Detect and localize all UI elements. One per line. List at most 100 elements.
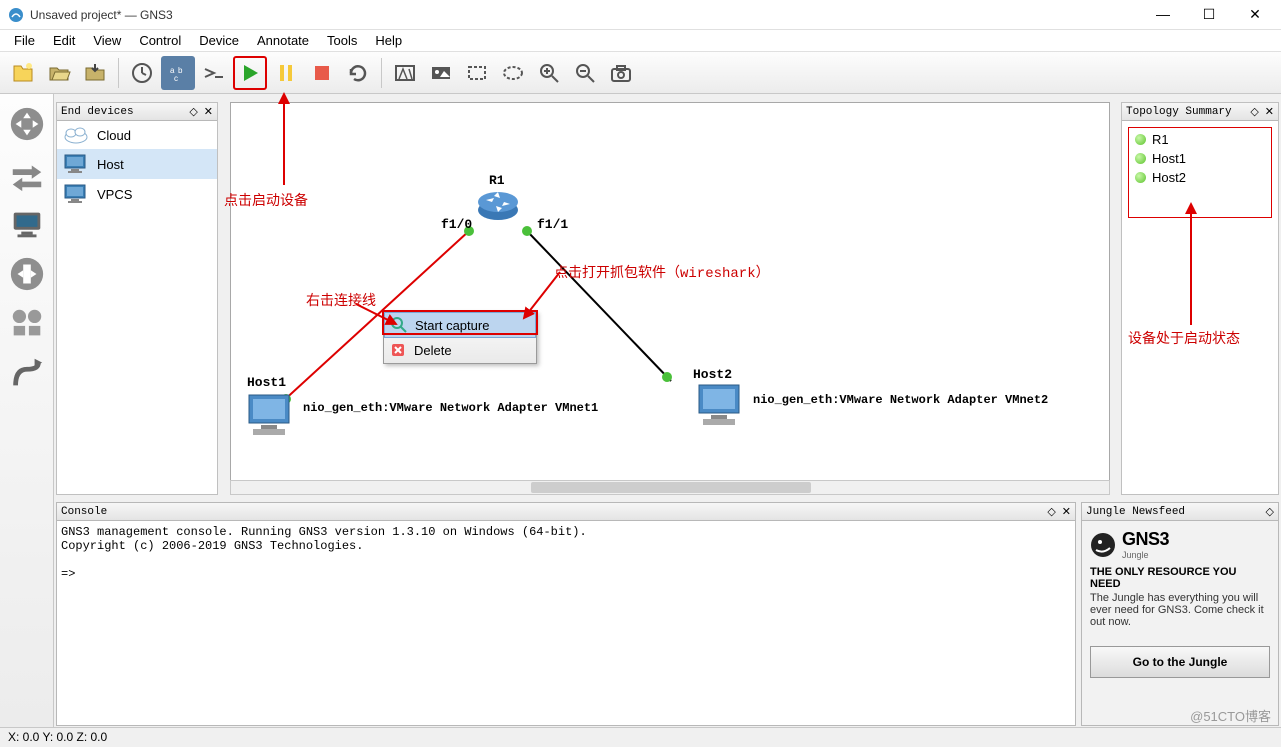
status-bar: X: 0.0 Y: 0.0 Z: 0.0 [0,727,1281,747]
host2-label: Host2 [693,367,732,382]
console-all-button[interactable] [197,56,231,90]
all-devices-category-button[interactable] [5,302,49,346]
device-vpcs[interactable]: VPCS [57,179,217,209]
host2-nic-label: nio_gen_eth:VMware Network Adapter VMnet… [753,393,1048,407]
add-link-button[interactable] [5,352,49,396]
node-r1[interactable] [476,188,520,225]
close-panel-icon[interactable]: ✕ [1265,105,1274,118]
window-title: Unsaved project* — GNS3 [30,8,1149,22]
host1-icon [243,391,299,441]
svg-text:c: c [174,74,178,83]
save-project-button[interactable] [78,56,112,90]
node-host1[interactable] [243,391,299,444]
menu-edit[interactable]: Edit [45,31,83,50]
menu-annotate[interactable]: Annotate [249,31,317,50]
switches-category-button[interactable] [5,152,49,196]
toolbar: abc [0,52,1281,94]
start-all-button[interactable] [233,56,267,90]
device-host[interactable]: Host [57,149,217,179]
routers-category-button[interactable] [5,102,49,146]
end-devices-category-button[interactable] [5,202,49,246]
menu-bar: File Edit View Control Device Annotate T… [0,30,1281,52]
status-running-icon [1135,172,1146,183]
jungle-brand: GNS3 [1122,529,1169,550]
cloud-icon [63,125,89,145]
show-names-button[interactable]: abc [161,56,195,90]
jungle-body-text: The Jungle has everything you will ever … [1090,592,1270,628]
menu-delete[interactable]: Delete [384,338,536,363]
annotate-rect-button[interactable] [460,56,494,90]
topology-summary-list: R1 Host1 Host2 [1128,127,1272,218]
menu-control[interactable]: Control [131,31,189,50]
annotate-text-button[interactable] [388,56,422,90]
device-category-toolbar [0,94,54,727]
watermark: @51CTO博客 [1190,706,1271,725]
screenshot-button[interactable] [604,56,638,90]
close-panel-icon[interactable]: ✕ [1062,505,1071,518]
menu-file[interactable]: File [6,31,43,50]
float-icon[interactable]: ◇ [1047,505,1055,518]
link-context-menu: Start capture Delete [383,311,537,364]
host1-label: Host1 [247,375,286,390]
menu-device[interactable]: Device [191,31,247,50]
device-cloud[interactable]: Cloud [57,121,217,149]
security-devices-category-button[interactable] [5,252,49,296]
svg-text:b: b [178,66,183,75]
capture-icon [391,317,407,333]
zoom-out-button[interactable] [568,56,602,90]
end-devices-title: End devices [61,106,134,118]
close-panel-icon[interactable]: ✕ [204,105,213,118]
status-running-icon [1135,134,1146,145]
router-icon [476,188,520,222]
zoom-in-button[interactable] [532,56,566,90]
topo-item-host1[interactable]: Host1 [1133,149,1267,168]
annotation-start: 点击启动设备 [224,190,308,210]
float-icon[interactable]: ◇ [189,105,197,118]
topology-summary-panel: Topology Summary ◇✕ R1 Host1 Host2 [1121,102,1279,495]
jungle-panel: Jungle Newsfeed ◇ GNS3Jungle THE ONLY RE… [1081,502,1279,726]
annotate-image-button[interactable] [424,56,458,90]
stop-all-button[interactable] [305,56,339,90]
snapshot-button[interactable] [125,56,159,90]
menu-tools[interactable]: Tools [319,31,365,50]
topo-item-host2[interactable]: Host2 [1133,168,1267,187]
end-devices-panel: End devices ◇ ✕ Cloud Host VPCS [56,102,218,495]
open-project-button[interactable] [42,56,76,90]
title-bar: Unsaved project* — GNS3 — ☐ ✕ [0,0,1281,30]
menu-help[interactable]: Help [367,31,410,50]
delete-icon [390,342,406,358]
float-icon[interactable]: ◇ [1266,505,1274,518]
close-button[interactable]: ✕ [1241,6,1269,23]
annotate-ellipse-button[interactable] [496,56,530,90]
annotation-running: 设备处于启动状态 [1128,328,1240,348]
end-devices-header: End devices ◇ ✕ [57,103,217,121]
console-panel: Console ◇✕ GNS3 management console. Runn… [56,502,1076,726]
app-icon [8,7,24,23]
menu-start-capture[interactable]: Start capture [384,312,536,338]
host-icon [63,153,89,175]
status-running-icon [1135,153,1146,164]
reload-all-button[interactable] [341,56,375,90]
host1-nic-label: nio_gen_eth:VMware Network Adapter VMnet… [303,401,598,415]
canvas-scrollbar-h[interactable] [230,480,1110,495]
pause-all-button[interactable] [269,56,303,90]
new-project-button[interactable] [6,56,40,90]
annotation-rightclick: 右击连接线 [306,290,376,310]
minimize-button[interactable]: — [1149,6,1177,23]
host2-icon [693,381,749,431]
gns3-jungle-icon [1090,532,1116,558]
jungle-header: Jungle Newsfeed ◇ [1082,503,1278,521]
console-output[interactable]: GNS3 management console. Running GNS3 ve… [57,521,1075,725]
topo-item-r1[interactable]: R1 [1133,130,1267,149]
r1-label: R1 [489,173,505,188]
f11-label: f1/1 [537,217,568,232]
menu-view[interactable]: View [85,31,129,50]
go-to-jungle-button[interactable]: Go to the Jungle [1090,646,1270,678]
node-host2[interactable] [693,381,749,434]
maximize-button[interactable]: ☐ [1195,6,1223,23]
float-icon[interactable]: ◇ [1250,105,1258,118]
topology-summary-header: Topology Summary ◇✕ [1122,103,1278,121]
annotation-wireshark: 点击打开抓包软件（wireshark） [554,262,770,282]
vpcs-icon [63,183,89,205]
console-header: Console ◇✕ [57,503,1075,521]
